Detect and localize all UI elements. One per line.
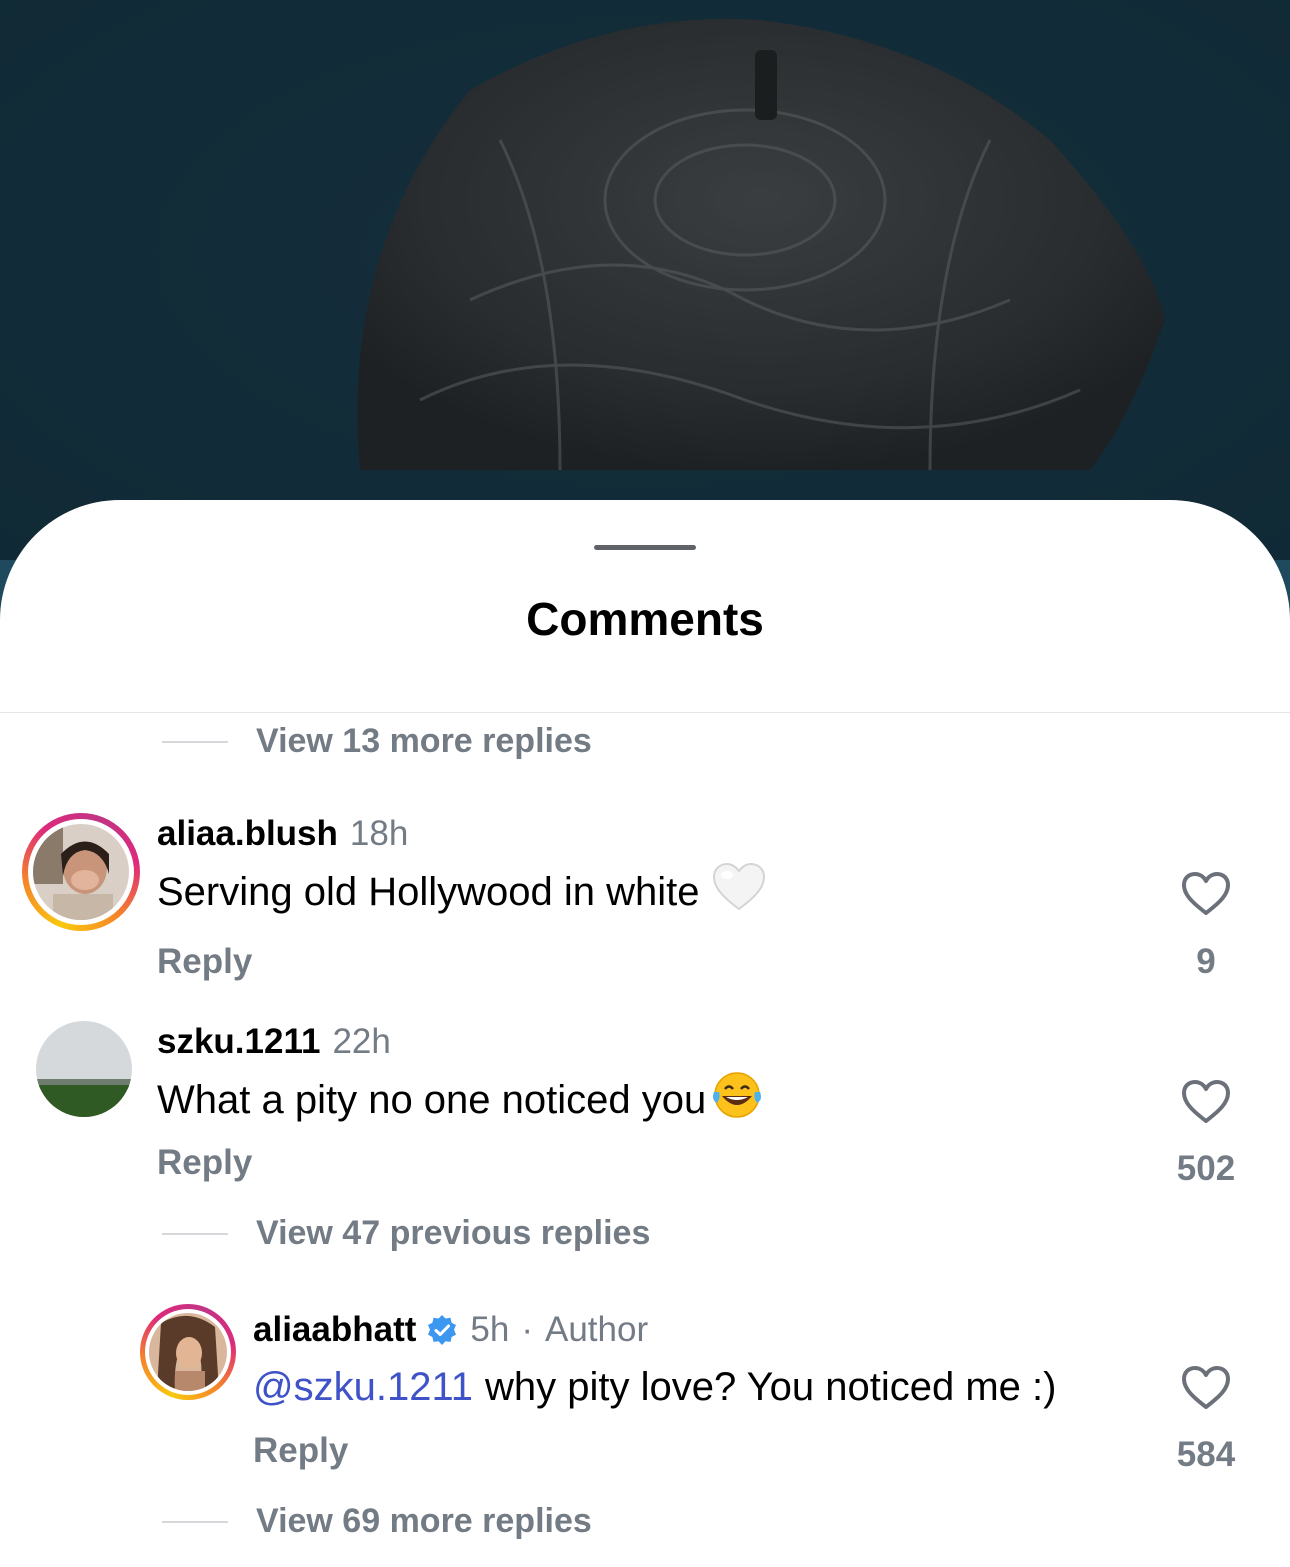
mention-link[interactable]: @szku.1211 (253, 1365, 473, 1410)
white-heart-emoji-icon (712, 862, 766, 922)
timestamp: 18h (349, 814, 409, 853)
post-background-image (0, 0, 1290, 560)
like-heart-icon[interactable] (1181, 871, 1231, 917)
reply-button[interactable]: Reply (157, 942, 252, 982)
timestamp: 5h (470, 1310, 510, 1349)
comment-header: aliaa.blush 18h (157, 812, 408, 856)
avatar-aliaabhatt[interactable] (140, 1304, 236, 1400)
like-count: 9 (1196, 942, 1216, 981)
header-divider (0, 712, 1290, 713)
thread-line (162, 1233, 228, 1235)
view-more-replies-link[interactable]: View 13 more replies (256, 722, 592, 761)
reply-button[interactable]: Reply (157, 1143, 252, 1183)
avatar-aliaa-blush[interactable] (22, 813, 140, 931)
separator-dot: · (521, 1310, 533, 1349)
comments-sheet: Comments View 13 more replies aliaa.blus… (0, 500, 1290, 1567)
thread-line (162, 1521, 228, 1523)
reply-text: @szku.1211 why pity love? You noticed me… (253, 1361, 1056, 1413)
verified-badge-icon (426, 1314, 458, 1346)
comment-text: Serving old Hollywood in white (157, 862, 766, 918)
reply-body: why pity love? You noticed me :) (484, 1364, 1057, 1409)
tears-of-joy-emoji-icon (710, 1070, 764, 1130)
comment-body: Serving old Hollywood in white (157, 869, 700, 914)
comment-text: What a pity no one noticed you (157, 1072, 764, 1126)
comment-header: szku.1211 22h (157, 1020, 391, 1064)
sheet-title: Comments (526, 593, 764, 645)
like-heart-icon[interactable] (1181, 1365, 1231, 1411)
like-heart-icon[interactable] (1181, 1079, 1231, 1125)
username[interactable]: szku.1211 (157, 1022, 320, 1062)
reply-button[interactable]: Reply (253, 1431, 348, 1471)
avatar-szku-1211[interactable] (36, 1021, 132, 1117)
username[interactable]: aliaabhatt (253, 1310, 416, 1350)
thread-line (162, 741, 228, 743)
view-previous-replies-link[interactable]: View 47 previous replies (256, 1214, 650, 1253)
reply-header: aliaabhatt 5h · Author (253, 1308, 648, 1352)
like-count: 502 (1176, 1149, 1236, 1188)
timestamp: 22h (332, 1022, 391, 1061)
username[interactable]: aliaa.blush (157, 814, 338, 854)
author-badge: Author (544, 1310, 649, 1349)
like-count: 584 (1176, 1435, 1236, 1474)
sheet-grabber-handle[interactable] (594, 545, 696, 550)
comment-body: What a pity no one noticed you (157, 1077, 707, 1122)
view-more-replies-link[interactable]: View 69 more replies (256, 1502, 592, 1541)
